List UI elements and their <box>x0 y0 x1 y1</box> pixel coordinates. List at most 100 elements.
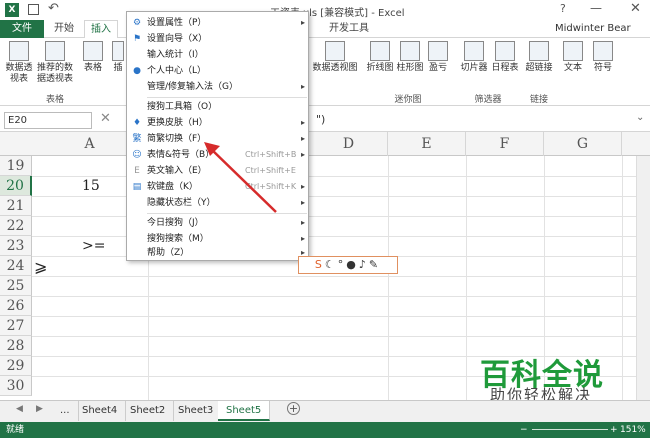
add-sheet-icon[interactable]: + <box>287 402 300 415</box>
text-button[interactable]: 文本 <box>560 41 586 74</box>
zoom-level[interactable]: 151% <box>620 422 646 438</box>
group-label-links: 链接 <box>529 95 548 105</box>
sheet-tab-sheet3[interactable]: Sheet3 <box>170 401 223 421</box>
pivot-chart-icon <box>325 41 345 61</box>
vertical-scrollbar[interactable] <box>636 156 650 400</box>
text-icon <box>563 41 583 61</box>
zoom-slider[interactable] <box>532 429 608 430</box>
column-header-f[interactable]: F <box>466 132 544 156</box>
zoom-out-icon[interactable]: − <box>520 422 528 438</box>
close-icon[interactable]: ✕ <box>630 1 641 16</box>
symbol-button[interactable]: 符号 <box>590 41 616 74</box>
tab-developer[interactable]: 开发工具 <box>323 20 375 38</box>
cell-a23[interactable]: >= <box>82 238 105 254</box>
ime-context-menu: ⚙ 设置属性（P） ▸ ⚑ 设置向导（X） 输入统计（I） ● 个人中心（L） 管理/修… <box>126 11 309 261</box>
menu-item-help[interactable]: 帮助（Z） ▸ <box>127 245 308 261</box>
column-header-g[interactable]: G <box>544 132 622 156</box>
pivot-table-button[interactable]: 数据透视表 <box>4 41 34 85</box>
sheet-tab-sheet2[interactable]: Sheet2 <box>122 401 175 421</box>
cell-a24[interactable]: ⩾ <box>34 257 47 276</box>
tab-insert[interactable]: 插入 <box>84 20 118 39</box>
menu-item-today-sogou[interactable]: 今日搜狗（J） ▸ <box>127 215 308 231</box>
insert-button[interactable]: 插 <box>110 41 126 74</box>
wrench-icon: ✎ <box>368 258 382 271</box>
row-header-26[interactable]: 26 <box>0 296 32 316</box>
formula-input[interactable]: ") <box>316 113 325 126</box>
recommended-pivot-button[interactable]: 推荐的数据透视表 <box>34 41 76 85</box>
sheet-tab-sheet4[interactable]: Sheet4 <box>74 401 127 421</box>
user-name[interactable]: Midwinter Bear <box>555 23 631 34</box>
grid-column-line <box>388 156 389 400</box>
row-header-21[interactable]: 21 <box>0 196 32 216</box>
help-icon[interactable]: ? <box>560 2 566 15</box>
menu-item-setup-wizard[interactable]: ⚑ 设置向导（X） <box>127 31 308 47</box>
sparkline-line-button[interactable]: 折线图 <box>366 41 394 74</box>
omega-icon <box>593 41 613 61</box>
status-bar: 就绪 − + 151% <box>0 422 650 438</box>
menu-item-manage-ime[interactable]: 管理/修复输入法（G） ▸ <box>127 79 308 95</box>
ime-status-bar[interactable]: S☾°●♪✎ <box>298 256 398 274</box>
menu-item-toolbox[interactable]: 搜狗工具箱（O） <box>127 99 308 115</box>
submenu-arrow-icon: ▸ <box>301 118 306 127</box>
tab-file[interactable]: 文件 <box>0 20 44 38</box>
title-bar: X ↶ 工资表.xls [兼容模式] - Excel ? — ✕ <box>0 0 650 20</box>
submenu-arrow-icon: ▸ <box>301 134 306 143</box>
row-header-19[interactable]: 19 <box>0 156 32 176</box>
convert-icon: 繁 <box>132 134 142 144</box>
flag-icon: ⚑ <box>132 34 142 44</box>
annotation-arrow <box>204 142 277 213</box>
zoom-in-icon[interactable]: + <box>610 422 618 438</box>
submenu-arrow-icon: ▸ <box>301 18 306 27</box>
face-icon: ● <box>346 258 359 271</box>
group-label-tables: 表格 <box>45 95 64 105</box>
hyperlink-button[interactable]: 超链接 <box>524 41 554 74</box>
cancel-icon[interactable]: ✕ <box>100 111 111 126</box>
recommended-pivot-icon <box>45 41 65 61</box>
menu-item-skin[interactable]: ♦ 更换皮肤（H） ▸ <box>127 115 308 131</box>
slicer-button[interactable]: 切片器 <box>458 41 490 74</box>
timeline-icon <box>495 41 515 61</box>
row-header-29[interactable]: 29 <box>0 356 32 376</box>
menu-item-personal-center[interactable]: ● 个人中心（L） <box>127 63 308 79</box>
name-box[interactable]: E20 <box>4 112 92 129</box>
save-icon[interactable] <box>28 4 39 15</box>
menu-item-settings[interactable]: ⚙ 设置属性（P） ▸ <box>127 15 308 31</box>
row-header-24[interactable]: 24 <box>0 256 32 276</box>
row-header-23[interactable]: 23 <box>0 236 32 256</box>
row-header-30[interactable]: 30 <box>0 376 32 396</box>
group-label-filters: 筛选器 <box>474 95 502 105</box>
tab-home[interactable]: 开始 <box>48 20 80 38</box>
sparkline-winloss-button[interactable]: 盈亏 <box>426 41 450 74</box>
grid-column-line <box>466 156 467 400</box>
sogou-logo-icon: S <box>314 258 325 271</box>
sparkline-column-button[interactable]: 柱形图 <box>396 41 424 74</box>
table-button[interactable]: 表格 <box>80 41 106 74</box>
row-header-28[interactable]: 28 <box>0 336 32 356</box>
sheet-tab-sheet5[interactable]: Sheet5 <box>218 401 271 421</box>
timeline-button[interactable]: 日程表 <box>490 41 520 74</box>
column-header-d[interactable]: D <box>310 132 388 156</box>
row-header-25[interactable]: 25 <box>0 276 32 296</box>
pivot-chart-button[interactable]: 数据透视图 <box>312 41 358 74</box>
insert-icon <box>112 41 124 61</box>
keyboard-icon: ▤ <box>132 182 142 192</box>
row-header-27[interactable]: 27 <box>0 316 32 336</box>
row-header-20[interactable]: 20 <box>0 176 32 196</box>
undo-icon[interactable]: ↶ <box>48 1 59 16</box>
column-header-e[interactable]: E <box>388 132 466 156</box>
cell-a20[interactable]: 15 <box>82 178 100 194</box>
submenu-arrow-icon: ▸ <box>301 182 306 191</box>
menu-item-input-stats[interactable]: 输入统计（I） <box>127 47 308 63</box>
scroll-left-icon[interactable]: ◀ <box>16 404 23 414</box>
scroll-right-icon[interactable]: ▶ <box>36 404 43 414</box>
row-header-22[interactable]: 22 <box>0 216 32 236</box>
shirt-icon: ♦ <box>132 118 142 128</box>
minimize-icon[interactable]: — <box>590 1 602 15</box>
expand-formula-icon[interactable]: ⌄ <box>636 112 644 123</box>
excel-logo-icon: X <box>5 3 19 17</box>
winloss-sparkline-icon <box>428 41 448 61</box>
status-ready: 就绪 <box>6 425 25 435</box>
gear-icon: ⚙ <box>132 18 142 28</box>
moon-icon: ☾ <box>324 258 338 271</box>
menu-separator <box>147 97 307 98</box>
